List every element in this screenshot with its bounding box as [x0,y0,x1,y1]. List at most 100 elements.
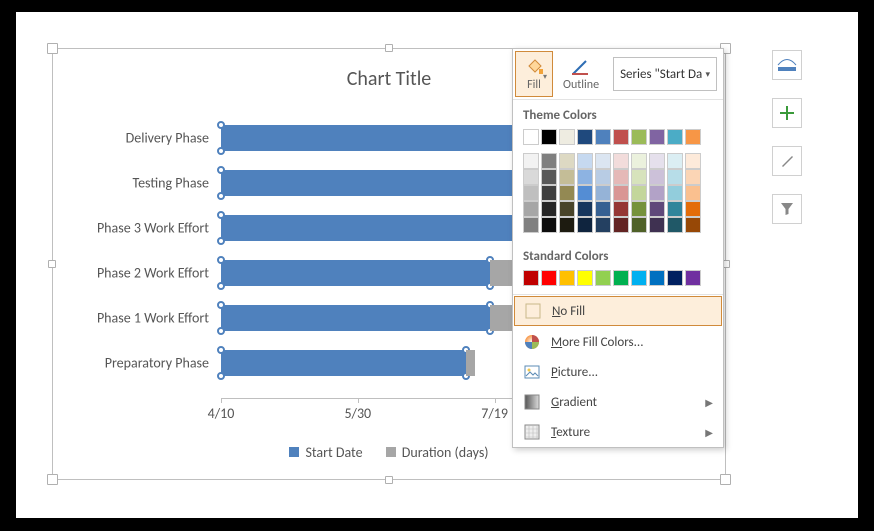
texture-fill-item[interactable]: Texture ▶ [513,417,723,447]
resize-handle-s[interactable] [385,476,393,484]
color-swatch[interactable] [631,153,647,169]
color-swatch[interactable] [649,217,665,233]
chart-styles-button[interactable] [772,146,802,176]
color-swatch[interactable] [631,185,647,201]
series-selection-handle[interactable] [217,237,225,245]
color-swatch[interactable] [559,169,575,185]
bar-start-date[interactable] [221,215,557,241]
color-swatch[interactable] [577,169,593,185]
color-swatch[interactable] [595,169,611,185]
color-swatch[interactable] [559,217,575,233]
color-swatch[interactable] [685,169,701,185]
color-swatch[interactable] [595,201,611,217]
color-swatch[interactable] [649,185,665,201]
color-swatch[interactable] [595,129,611,145]
color-swatch[interactable] [541,217,557,233]
color-swatch[interactable] [613,217,629,233]
more-fill-colors-item[interactable]: More Fill Colors... [513,327,723,357]
color-swatch[interactable] [541,185,557,201]
series-selection-handle[interactable] [217,121,225,129]
series-selection-handle[interactable] [217,256,225,264]
color-swatch[interactable] [649,129,665,145]
color-swatch[interactable] [541,201,557,217]
series-selection-handle[interactable] [217,372,225,380]
color-swatch[interactable] [667,217,683,233]
color-swatch[interactable] [577,201,593,217]
color-swatch[interactable] [541,270,557,286]
color-swatch[interactable] [541,169,557,185]
color-swatch[interactable] [613,270,629,286]
color-swatch[interactable] [559,270,575,286]
color-swatch[interactable] [631,217,647,233]
color-swatch[interactable] [685,185,701,201]
color-swatch[interactable] [631,129,647,145]
resize-handle-nw[interactable] [47,43,58,54]
color-swatch[interactable] [559,129,575,145]
resize-handle-n[interactable] [385,44,393,52]
color-swatch[interactable] [523,201,539,217]
color-swatch[interactable] [667,185,683,201]
color-swatch[interactable] [649,169,665,185]
series-selector[interactable]: Series "Start Da ▾ [613,57,717,91]
color-swatch[interactable] [577,185,593,201]
color-swatch[interactable] [595,185,611,201]
color-swatch[interactable] [613,185,629,201]
color-swatch[interactable] [631,201,647,217]
color-swatch[interactable] [613,169,629,185]
chart-filters-button[interactable] [772,194,802,224]
color-swatch[interactable] [577,270,593,286]
series-selection-handle[interactable] [217,211,225,219]
no-fill-item[interactable]: No Fill [514,296,722,326]
series-selection-handle[interactable] [217,301,225,309]
color-swatch[interactable] [631,270,647,286]
color-swatch[interactable] [523,129,539,145]
color-swatch[interactable] [577,153,593,169]
color-swatch[interactable] [613,153,629,169]
color-swatch[interactable] [649,153,665,169]
bar-start-date[interactable] [221,305,490,331]
color-swatch[interactable] [577,129,593,145]
color-swatch[interactable] [649,270,665,286]
legend-item-duration[interactable]: Duration (days) [386,444,489,461]
chart-elements-button[interactable] [772,98,802,128]
series-selection-handle[interactable] [217,282,225,290]
color-swatch[interactable] [523,217,539,233]
color-swatch[interactable] [649,201,665,217]
color-swatch[interactable] [523,270,539,286]
color-swatch[interactable] [667,169,683,185]
color-swatch[interactable] [559,185,575,201]
series-selection-handle[interactable] [217,327,225,335]
color-swatch[interactable] [577,217,593,233]
color-swatch[interactable] [541,129,557,145]
color-swatch[interactable] [595,270,611,286]
outline-tool-button[interactable]: Outline [555,49,607,99]
color-swatch[interactable] [631,169,647,185]
color-swatch[interactable] [595,153,611,169]
color-swatch[interactable] [667,201,683,217]
series-selection-handle[interactable] [217,147,225,155]
series-selection-handle[interactable] [217,192,225,200]
resize-handle-sw[interactable] [47,474,58,485]
color-swatch[interactable] [595,217,611,233]
color-swatch[interactable] [541,153,557,169]
color-swatch[interactable] [667,270,683,286]
color-swatch[interactable] [523,153,539,169]
color-swatch[interactable] [667,129,683,145]
color-swatch[interactable] [685,201,701,217]
series-selection-handle[interactable] [217,166,225,174]
color-swatch[interactable] [685,217,701,233]
legend-item-start-date[interactable]: Start Date [289,444,362,461]
fill-tool-button[interactable]: ▾ Fill [515,51,553,97]
color-swatch[interactable] [523,185,539,201]
color-swatch[interactable] [685,129,701,145]
color-swatch[interactable] [559,153,575,169]
chart-format-button[interactable] [772,50,802,80]
color-swatch[interactable] [685,153,701,169]
color-swatch[interactable] [613,129,629,145]
color-swatch[interactable] [559,201,575,217]
color-swatch[interactable] [667,153,683,169]
series-selection-handle[interactable] [217,346,225,354]
bar-start-date[interactable] [221,350,466,376]
picture-fill-item[interactable]: Picture... [513,357,723,387]
color-swatch[interactable] [685,270,701,286]
